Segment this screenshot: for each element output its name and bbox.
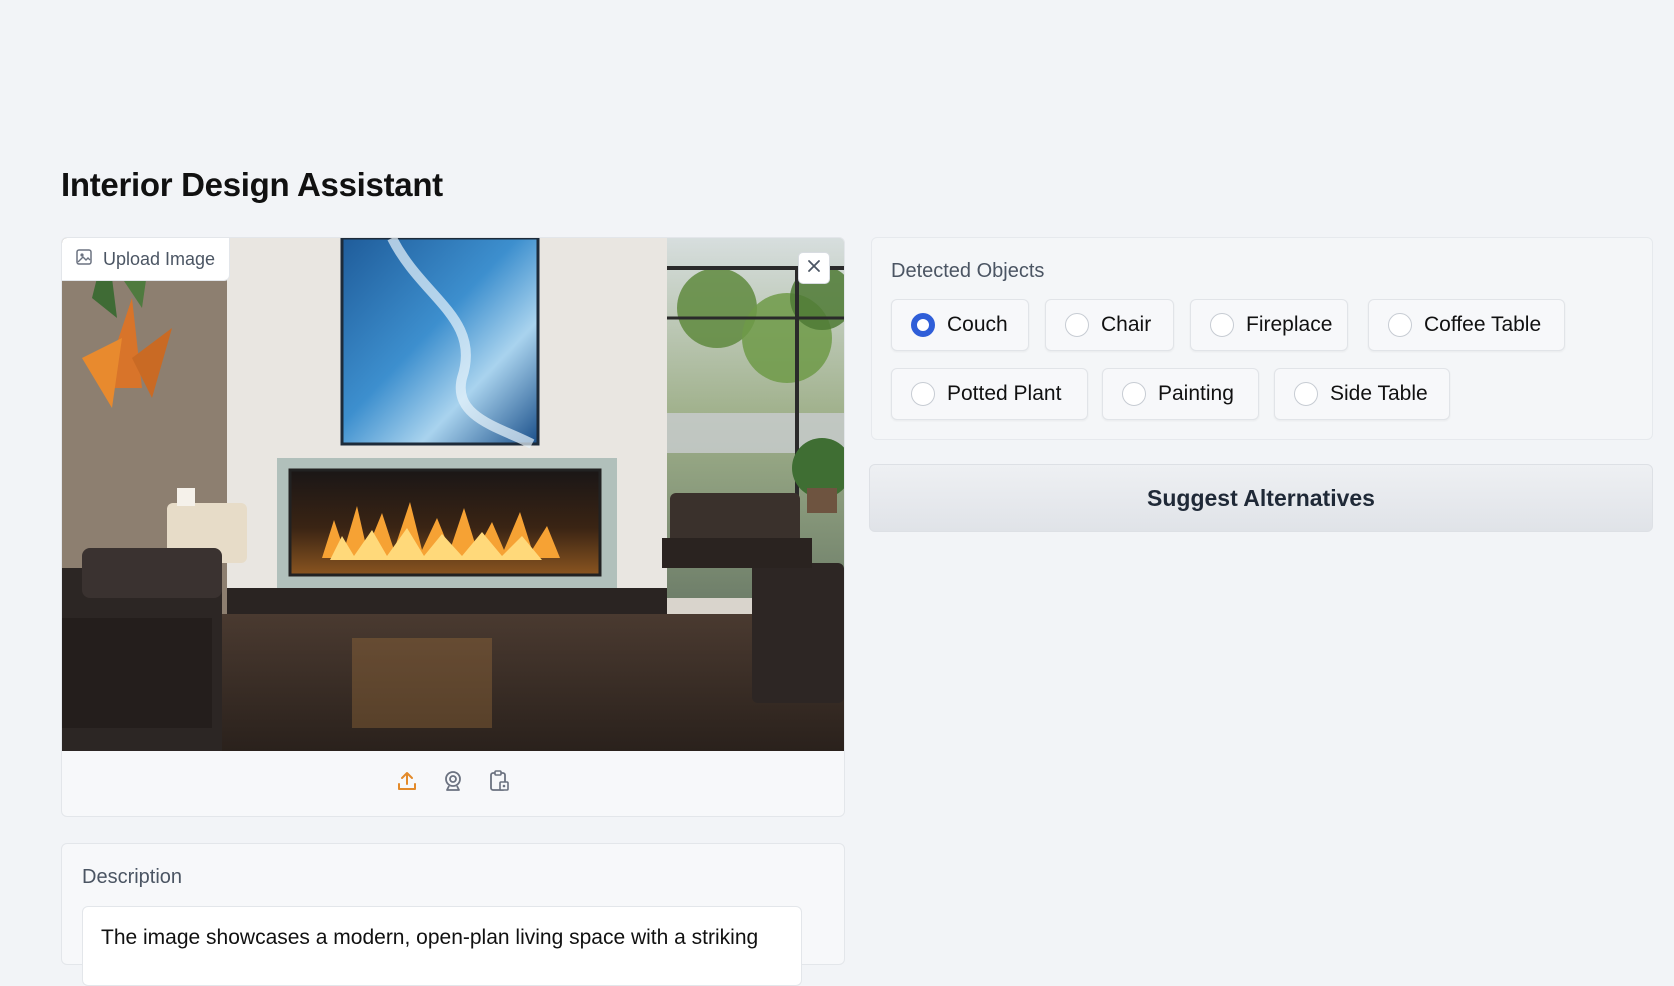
- radio-unselected[interactable]: [1388, 313, 1412, 337]
- option-label: Potted Plant: [947, 382, 1062, 405]
- upload-icon: [395, 769, 419, 798]
- option-label: Fireplace: [1246, 313, 1333, 336]
- remove-image-button[interactable]: [798, 252, 830, 284]
- option-couch[interactable]: Couch: [891, 299, 1029, 351]
- living-room-photo: [62, 238, 844, 751]
- image-source-toolbar: [62, 751, 844, 816]
- option-potted-plant[interactable]: Potted Plant: [891, 368, 1088, 420]
- upload-image-text: Upload Image: [103, 248, 216, 269]
- image-upload-panel: Upload Image: [61, 237, 845, 817]
- option-label: Couch: [947, 313, 1008, 336]
- detected-objects-panel: Detected Objects Couch Chair Fireplace C…: [871, 237, 1653, 440]
- webcam-source-button[interactable]: [441, 769, 465, 798]
- option-fireplace[interactable]: Fireplace: [1190, 299, 1348, 351]
- option-label: Painting: [1158, 382, 1234, 405]
- detected-objects-label: Detected Objects: [891, 260, 1045, 282]
- image-icon: [75, 248, 93, 271]
- radio-unselected[interactable]: [1294, 382, 1318, 406]
- upload-source-button[interactable]: [395, 772, 419, 796]
- option-label: Chair: [1101, 313, 1152, 336]
- option-label: Side Table: [1330, 382, 1428, 405]
- radio-selected[interactable]: [911, 313, 935, 337]
- description-panel: Description The image showcases a modern…: [61, 843, 845, 986]
- radio-unselected[interactable]: [1122, 382, 1146, 406]
- close-icon: [807, 259, 821, 278]
- clipboard-source-button[interactable]: [487, 769, 511, 798]
- radio-unselected[interactable]: [911, 382, 935, 406]
- option-painting[interactable]: Painting: [1102, 368, 1259, 420]
- description-label: Description: [82, 866, 183, 888]
- uploaded-image[interactable]: [62, 238, 844, 751]
- option-chair[interactable]: Chair: [1045, 299, 1174, 351]
- radio-unselected[interactable]: [1065, 313, 1089, 337]
- radio-unselected[interactable]: [1210, 313, 1234, 337]
- webcam-icon: [441, 769, 465, 798]
- option-coffee-table[interactable]: Coffee Table: [1368, 299, 1565, 351]
- option-label: Coffee Table: [1424, 313, 1542, 336]
- description-textbox[interactable]: The image showcases a modern, open-plan …: [82, 906, 802, 986]
- option-side-table[interactable]: Side Table: [1274, 368, 1450, 420]
- page-title: Interior Design Assistant: [61, 166, 443, 203]
- clipboard-icon: [487, 769, 511, 798]
- upload-image-label: Upload Image: [62, 238, 231, 281]
- suggest-alternatives-button[interactable]: Suggest Alternatives: [869, 464, 1653, 532]
